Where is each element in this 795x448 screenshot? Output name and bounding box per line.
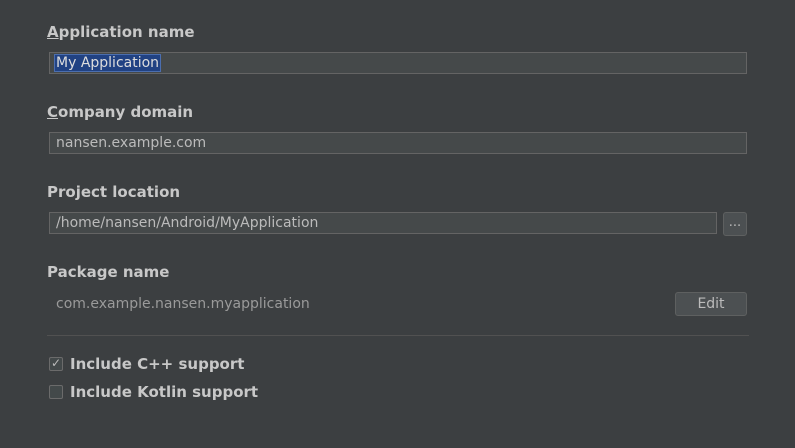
package-name-label: Package name <box>47 263 170 281</box>
application-name-value: My Application <box>53 54 162 72</box>
include-kotlin-option[interactable]: Include Kotlin support <box>49 383 258 401</box>
include-cpp-checkbox[interactable]: ✓ <box>49 356 63 371</box>
section-divider <box>47 335 749 336</box>
include-cpp-label[interactable]: Include C++ support <box>70 355 244 373</box>
application-name-label-text: pplication name <box>58 23 195 41</box>
package-name-value: com.example.nansen.myapplication <box>56 296 310 312</box>
project-location-label: Project location <box>47 183 181 201</box>
application-name-mnemonic: A <box>47 23 59 41</box>
edit-package-name-button[interactable]: Edit <box>675 292 747 316</box>
new-project-form: Application name My Application Company … <box>0 0 795 448</box>
project-location-input[interactable]: /home/nansen/Android/MyApplication <box>49 212 717 234</box>
company-domain-label-text: ompany domain <box>58 103 194 121</box>
company-domain-label: Company domain <box>47 103 193 121</box>
company-domain-input[interactable]: nansen.example.com <box>49 132 747 154</box>
include-kotlin-label[interactable]: Include Kotlin support <box>70 383 258 401</box>
checkmark-icon: ✓ <box>51 356 62 370</box>
include-kotlin-checkbox[interactable] <box>49 385 63 399</box>
company-domain-value: nansen.example.com <box>56 135 207 151</box>
application-name-label: Application name <box>47 23 195 41</box>
application-name-input[interactable]: My Application <box>49 52 747 74</box>
include-cpp-option[interactable]: ✓ Include C++ support <box>49 355 244 373</box>
project-location-value: /home/nansen/Android/MyApplication <box>56 215 319 231</box>
company-domain-mnemonic: C <box>47 103 59 121</box>
browse-location-button[interactable]: ... <box>723 212 747 236</box>
